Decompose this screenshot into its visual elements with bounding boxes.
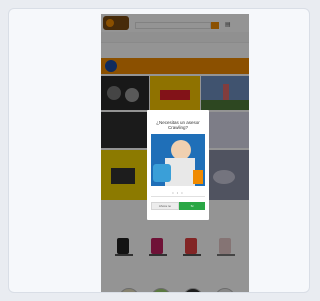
- dismiss-button[interactable]: Ahora no: [151, 202, 179, 210]
- person-head: [171, 140, 191, 160]
- advisor-modal: ¿Necesitas un asesor Crawling? • • • Aho…: [147, 110, 209, 220]
- advisor-image: [151, 134, 205, 186]
- preview-card: ▤ ¿Necesitas un asesor Crawling? • • • A…: [8, 8, 310, 293]
- modal-title: ¿Necesitas un asesor Crawling?: [156, 120, 200, 130]
- modal-divider: [151, 196, 205, 197]
- carousel-dots: • • •: [172, 190, 184, 195]
- mobile-screenshot: ▤ ¿Necesitas un asesor Crawling? • • • A…: [101, 14, 249, 292]
- skate-in-image: [153, 164, 171, 182]
- orange-badge-graphic: [193, 170, 203, 184]
- confirm-button[interactable]: Sí: [179, 202, 205, 210]
